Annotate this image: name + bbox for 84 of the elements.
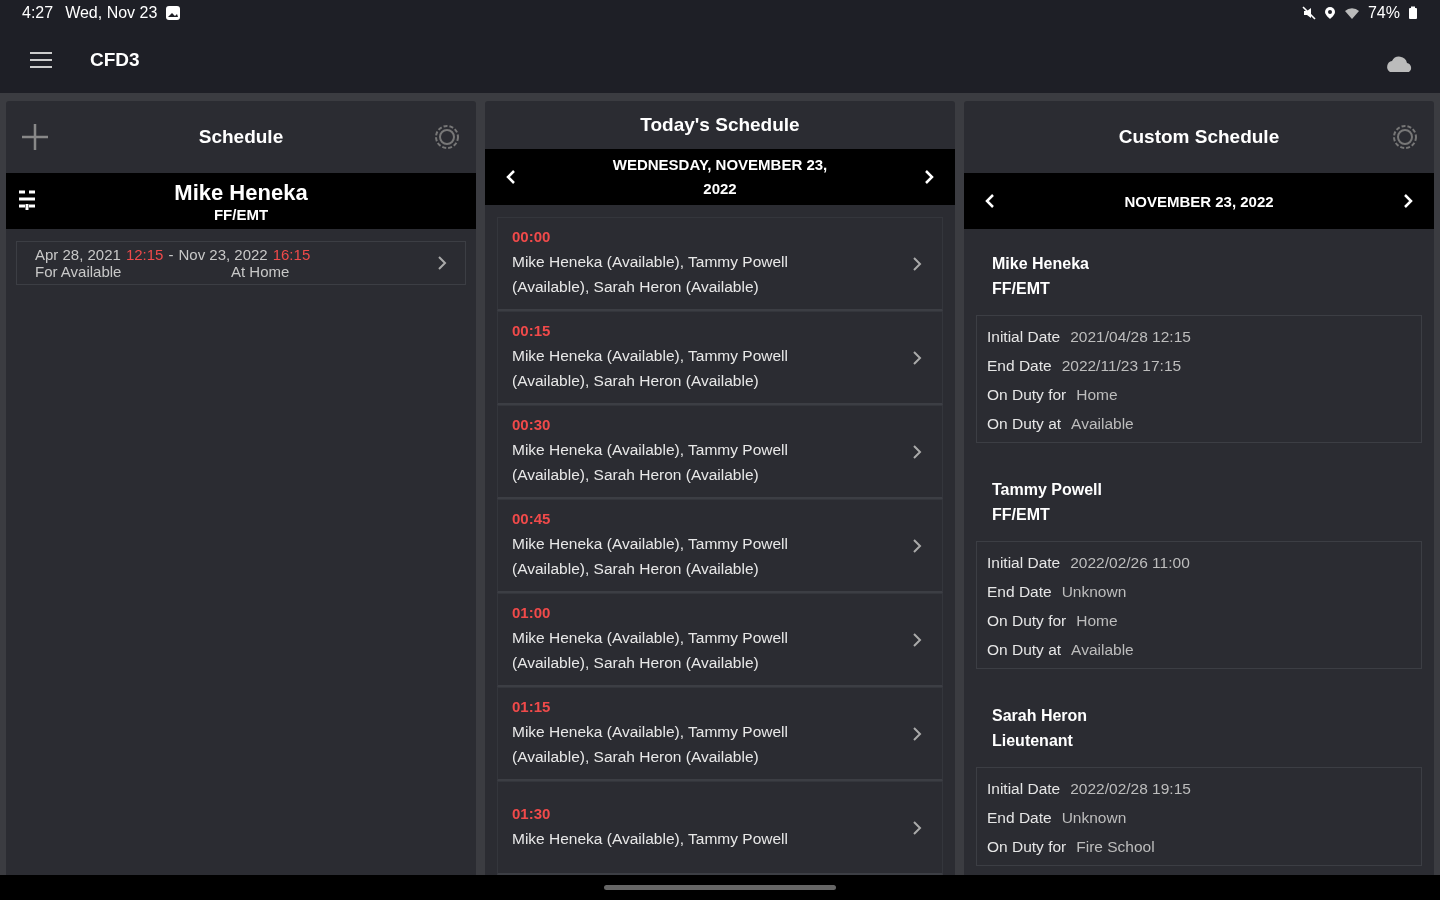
detail-value: 2022/02/26 11:00 (1070, 553, 1190, 574)
chevron-right-icon (437, 255, 447, 272)
detail-label: On Duty for (987, 385, 1067, 406)
detail-value: 2022/02/28 19:15 (1070, 779, 1191, 800)
date-label: WEDNESDAY, NOVEMBER 23, 2022 (611, 155, 829, 200)
person-role: FF/EMT (991, 505, 1051, 526)
slot-members: Mike Heneka (Available), Tammy Powell (Available), Sarah Heron (Available) (512, 628, 789, 674)
slot-time: 00:30 (512, 416, 552, 434)
chevron-right-icon (912, 443, 922, 460)
chevron-right-icon (912, 255, 922, 272)
panel-title: Schedule (198, 126, 284, 149)
time-slot[interactable]: 00:15 Mike Heneka (Available), Tammy Powell (Available), Sarah Heron (Available) (497, 311, 943, 406)
start-time: 12:15 (125, 246, 164, 264)
detail-value: Available (1071, 640, 1134, 661)
detail-value: Home (1076, 611, 1118, 632)
time-slot[interactable]: 00:00 Mike Heneka (Available), Tammy Powell (Available), Sarah Heron (Available) (497, 217, 943, 312)
slot-time: 01:30 (512, 804, 552, 822)
detail-label: On Duty at (987, 640, 1062, 661)
entry-for: For Available (35, 263, 123, 281)
slot-members: Mike Heneka (Available), Tammy Powell (512, 828, 789, 849)
person-name: Sarah Heron (991, 706, 1089, 727)
slot-members: Mike Heneka (Available), Tammy Powell (Available), Sarah Heron (Available) (512, 346, 789, 392)
detail-label: On Duty for (987, 837, 1067, 858)
person-role: Lieutenant (991, 731, 1074, 752)
battery-icon (1408, 6, 1418, 21)
battery-percent: 74% (1367, 4, 1400, 23)
time-slot[interactable]: 01:15 Mike Heneka (Available), Tammy Powell (Available), Sarah Heron (Available) (497, 687, 943, 782)
slot-members: Mike Heneka (Available), Tammy Powell (Available), Sarah Heron (Available) (512, 440, 789, 486)
slot-members: Mike Heneka (Available), Tammy Powell (Available), Sarah Heron (Available) (512, 534, 789, 580)
chevron-right-icon (912, 631, 922, 648)
time-slot[interactable]: 00:30 Mike Heneka (Available), Tammy Powell (Available), Sarah Heron (Available) (497, 405, 943, 500)
detail-label: End Date (987, 356, 1052, 377)
detail-label: Initial Date (987, 779, 1061, 800)
detail-value: Available (1071, 414, 1134, 435)
detail-label: Initial Date (987, 553, 1061, 574)
person-role: FF/EMT (991, 279, 1051, 300)
detail-value: 2021/04/28 12:15 (1070, 327, 1191, 348)
home-handle[interactable] (604, 885, 836, 891)
chevron-right-icon (912, 819, 922, 836)
end-time: 16:15 (272, 246, 311, 264)
end-date: Nov 23, 2022 (178, 246, 268, 264)
start-date: Apr 28, 2021 (35, 246, 121, 264)
slot-time: 00:45 (512, 510, 552, 528)
detail-value: Home (1076, 385, 1118, 406)
chevron-right-icon (912, 537, 922, 554)
person-name: Tammy Powell (991, 480, 1103, 501)
detail-value: Unknown (1061, 808, 1127, 829)
detail-label: Initial Date (987, 327, 1061, 348)
slot-members: Mike Heneka (Available), Tammy Powell (Available), Sarah Heron (Available) (512, 722, 789, 768)
slot-time: 00:15 (512, 322, 552, 340)
date-label: NOVEMBER 23, 2022 (1124, 192, 1274, 210)
time-slot[interactable]: 01:00 Mike Heneka (Available), Tammy Powell (Available), Sarah Heron (Available) (497, 593, 943, 688)
time-slot[interactable]: 01:30 Mike Heneka (Available), Tammy Powell (497, 781, 943, 876)
status-date: Wed, Nov 23 (65, 4, 158, 23)
detail-label: End Date (987, 808, 1052, 829)
slot-time: 01:15 (512, 698, 552, 716)
detail-value: Fire School (1076, 837, 1155, 858)
member-name: Mike Heneka (174, 179, 308, 206)
schedule-entry[interactable]: Apr 28, 2021 12:15 - Nov 23, 2022 16:15 For Available At Home (16, 241, 466, 286)
slot-members: Mike Heneka (Available), Tammy Powell (Available), Sarah Heron (Available) (512, 252, 789, 298)
detail-label: On Duty for (987, 611, 1067, 632)
add-icon[interactable] (20, 122, 50, 153)
menu-icon[interactable] (30, 51, 52, 68)
panel-title: Custom Schedule (1118, 126, 1280, 149)
entry-at: At Home (231, 263, 290, 281)
panel-title: Today's Schedule (640, 114, 800, 137)
detail-value: 2022/11/23 17:15 (1061, 356, 1182, 377)
detail-label: On Duty at (987, 414, 1062, 435)
status-time: 4:27 (22, 4, 54, 23)
time-slot[interactable]: 00:45 Mike Heneka (Available), Tammy Powell (Available), Sarah Heron (Available) (497, 499, 943, 594)
wifi-icon (1343, 6, 1360, 21)
chevron-right-icon (912, 725, 922, 742)
detail-value: Unknown (1061, 582, 1127, 603)
gallery-icon (165, 5, 182, 22)
chevron-right-icon (912, 349, 922, 366)
slot-time: 00:00 (512, 228, 552, 246)
date-separator: - (168, 246, 174, 264)
member-role: FF/EMT (213, 205, 269, 223)
person-name: Mike Heneka (991, 254, 1090, 275)
slot-time: 01:00 (512, 604, 552, 622)
location-icon (1323, 6, 1336, 21)
mute-icon (1301, 6, 1316, 21)
app-title: CFD3 (90, 48, 140, 71)
detail-label: End Date (987, 582, 1052, 603)
